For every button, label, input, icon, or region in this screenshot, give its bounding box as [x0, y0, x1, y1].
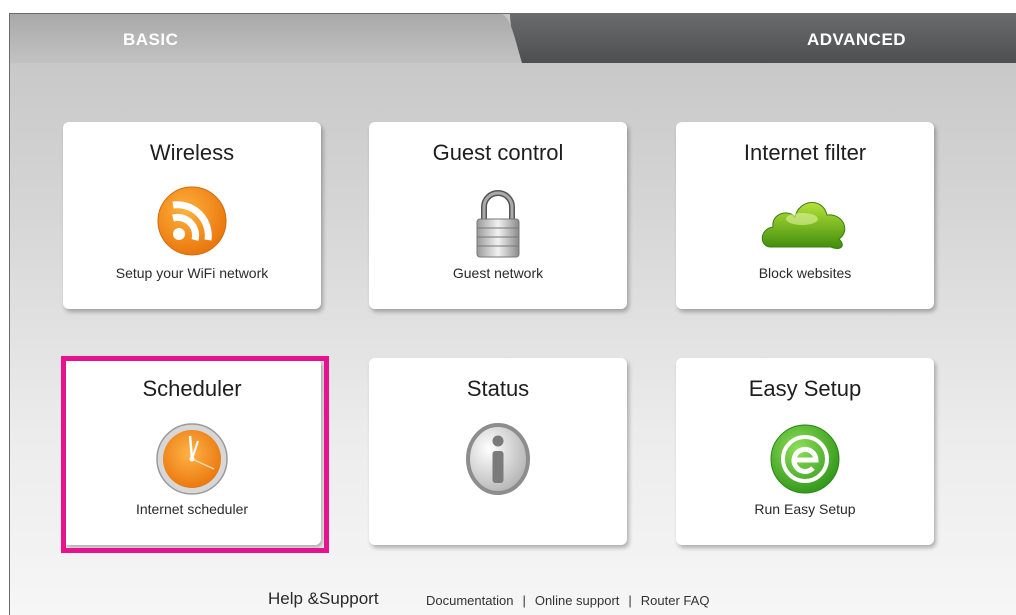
card-title: Easy Setup [748, 376, 862, 401]
card-subtitle: Setup your WiFi network [115, 265, 269, 281]
link-separator: | [628, 593, 632, 608]
documentation-link[interactable]: Documentation [426, 593, 513, 608]
cloud-icon [757, 185, 853, 261]
help-support-label: Help &Support [268, 589, 379, 608]
info-icon [460, 421, 536, 497]
tab-basic[interactable]: BASIC [10, 14, 510, 63]
card-title: Guest control [432, 140, 564, 165]
card-status[interactable]: Status [369, 358, 627, 545]
easy-setup-icon [767, 421, 843, 497]
padlock-icon [460, 185, 536, 261]
footer: Help &Support Documentation | Online suppo… [0, 589, 1016, 611]
card-subtitle: Guest network [452, 265, 544, 281]
card-internet-filter[interactable]: Internet filter Block websites [676, 122, 934, 309]
rss-wifi-icon [154, 185, 230, 261]
router-faq-link[interactable]: Router FAQ [641, 593, 710, 608]
tab-basic-label[interactable]: BASIC [123, 30, 178, 50]
card-title: Internet filter [743, 140, 867, 165]
card-subtitle: Run Easy Setup [754, 501, 856, 517]
card-title: Wireless [149, 140, 235, 165]
tab-advanced-label[interactable]: ADVANCED [807, 30, 906, 50]
card-easy-setup[interactable]: Easy Setup Run Easy Setup [676, 358, 934, 545]
card-wireless[interactable]: Wireless Setup your WiFi network [63, 122, 321, 309]
card-subtitle: Block websites [758, 265, 852, 281]
card-title: Status [466, 376, 530, 401]
clock-icon [154, 421, 230, 497]
link-separator: | [522, 593, 526, 608]
online-support-link[interactable]: Online support [535, 593, 620, 608]
card-title: Scheduler [142, 376, 242, 401]
footer-links: Documentation | Online support | Router FAQ [426, 593, 709, 608]
card-subtitle: Internet scheduler [135, 501, 249, 517]
card-scheduler[interactable]: Scheduler Internet scheduler [63, 358, 321, 545]
app-frame: ADVANCED BASIC Wireless Setup your WiFi … [9, 13, 1016, 615]
card-guest-control[interactable]: Guest control Guest network [369, 122, 627, 309]
